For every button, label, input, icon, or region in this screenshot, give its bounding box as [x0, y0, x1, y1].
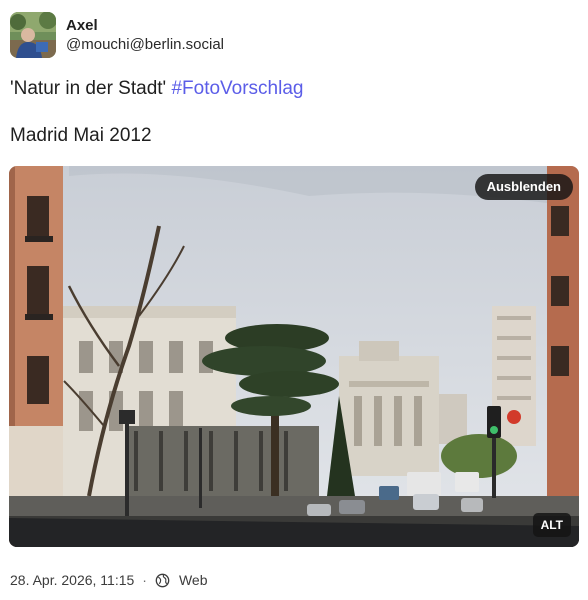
- post-timestamp[interactable]: 28. Apr. 2026, 11:15: [10, 572, 134, 588]
- post-title-text: 'Natur in der Stadt': [10, 78, 167, 99]
- hashtag-link[interactable]: #FotoVorschlag: [171, 78, 303, 99]
- post-header: Axel @mouchi@berlin.social: [10, 11, 224, 59]
- author-display-name[interactable]: Axel: [66, 16, 224, 35]
- post-text-line-1: 'Natur in der Stadt' #FotoVorschlag: [10, 76, 578, 102]
- meta-separator: ·: [142, 572, 147, 588]
- post-meta: 28. Apr. 2026, 11:15 · Web: [10, 570, 208, 590]
- author-handle[interactable]: @mouchi@berlin.social: [66, 35, 224, 55]
- alt-text-badge[interactable]: ALT: [532, 513, 571, 537]
- globe-icon: [155, 573, 170, 588]
- hide-media-button[interactable]: Ausblenden: [474, 174, 573, 200]
- attached-photo: [9, 166, 579, 547]
- avatar[interactable]: [10, 12, 56, 58]
- post-client: Web: [178, 572, 208, 588]
- post-text-line-2: Madrid Mai 2012: [10, 125, 152, 146]
- avatar-photo: [10, 12, 56, 58]
- post-content: 'Natur in der Stadt' #FotoVorschlag Madr…: [10, 76, 578, 149]
- media-attachment[interactable]: Ausblenden ALT: [9, 166, 579, 547]
